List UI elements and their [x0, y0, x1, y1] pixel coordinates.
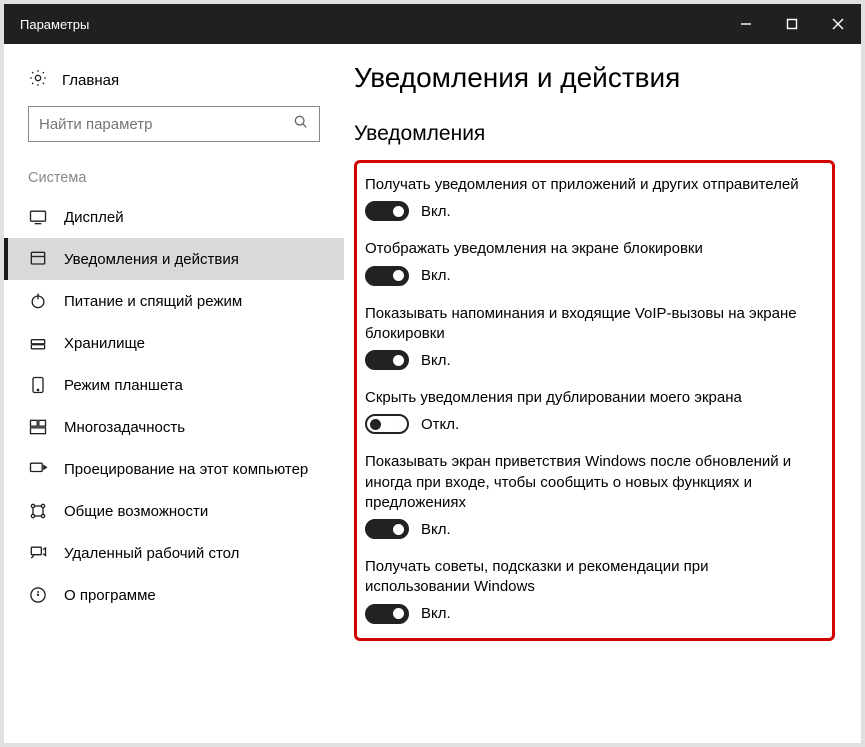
toggle-switch[interactable] [365, 604, 409, 624]
search-input[interactable] [39, 116, 293, 133]
setting-description: Отображать уведомления на экране блокиро… [365, 239, 814, 259]
sidebar-item-label: Уведомления и действия [64, 251, 320, 268]
sidebar-item-9[interactable]: О программе [4, 574, 344, 616]
toggle-state-label: Вкл. [421, 203, 451, 220]
gear-icon [28, 68, 48, 92]
setting-description: Скрыть уведомления при дублировании моег… [365, 388, 814, 408]
sidebar-item-label: Удаленный рабочий стол [64, 545, 320, 562]
toggle-switch[interactable] [365, 350, 409, 370]
content-area: Главная Система Дисплей Уведомления и дей… [4, 44, 861, 743]
close-button[interactable] [815, 4, 861, 44]
sidebar-item-label: Проецирование на этот компьютер [64, 461, 320, 478]
display-icon [28, 207, 48, 227]
setting-description: Получать советы, подсказки и рекомендаци… [365, 557, 814, 598]
search-icon [293, 114, 309, 135]
setting-description: Получать уведомления от приложений и дру… [365, 175, 814, 195]
window-frame: Параметры Главная Система Дисплей Уведомл… [0, 0, 865, 747]
sidebar-item-label: Многозадачность [64, 419, 320, 436]
sidebar-item-5[interactable]: Многозадачность [4, 406, 344, 448]
sidebar-item-2[interactable]: Питание и спящий режим [4, 280, 344, 322]
toggle-state-label: Вкл. [421, 521, 451, 538]
setting-0: Получать уведомления от приложений и дру… [365, 175, 814, 221]
settings-highlight-box: Получать уведомления от приложений и дру… [354, 160, 835, 641]
toggle-switch[interactable] [365, 414, 409, 434]
setting-5: Получать советы, подсказки и рекомендаци… [365, 557, 814, 624]
section-label: Система [4, 164, 344, 196]
storage-icon [28, 333, 48, 353]
setting-1: Отображать уведомления на экране блокиро… [365, 239, 814, 285]
sidebar-item-4[interactable]: Режим планшета [4, 364, 344, 406]
shared-icon [28, 501, 48, 521]
sidebar-item-6[interactable]: Проецирование на этот компьютер [4, 448, 344, 490]
window-title: Параметры [20, 17, 723, 32]
sidebar-item-3[interactable]: Хранилище [4, 322, 344, 364]
section-title: Уведомления [354, 122, 835, 146]
setting-4: Показывать экран приветствия Windows пос… [365, 452, 814, 539]
toggle-switch[interactable] [365, 201, 409, 221]
toggle-state-label: Вкл. [421, 352, 451, 369]
toggle-switch[interactable] [365, 519, 409, 539]
main-panel: Уведомления и действия Уведомления Получ… [344, 44, 861, 743]
projecting-icon [28, 459, 48, 479]
tablet-icon [28, 375, 48, 395]
notifications-icon [28, 249, 48, 269]
minimize-button[interactable] [723, 4, 769, 44]
setting-2: Показывать напоминания и входящие VoIP-в… [365, 304, 814, 371]
remote-desktop-icon [28, 543, 48, 563]
setting-3: Скрыть уведомления при дублировании моег… [365, 388, 814, 434]
sidebar-item-label: Хранилище [64, 335, 320, 352]
setting-description: Показывать напоминания и входящие VoIP-в… [365, 304, 814, 345]
sidebar-item-label: Дисплей [64, 209, 320, 226]
multitasking-icon [28, 417, 48, 437]
page-title: Уведомления и действия [354, 62, 835, 94]
maximize-button[interactable] [769, 4, 815, 44]
toggle-switch[interactable] [365, 266, 409, 286]
sidebar-item-label: Общие возможности [64, 503, 320, 520]
sidebar-item-label: Режим планшета [64, 377, 320, 394]
sidebar-item-7[interactable]: Общие возможности [4, 490, 344, 532]
sidebar: Главная Система Дисплей Уведомления и дей… [4, 44, 344, 743]
sidebar-item-0[interactable]: Дисплей [4, 196, 344, 238]
home-label: Главная [62, 72, 119, 89]
sidebar-item-label: Питание и спящий режим [64, 293, 320, 310]
home-link[interactable]: Главная [4, 62, 344, 106]
sidebar-item-label: О программе [64, 587, 320, 604]
toggle-state-label: Вкл. [421, 267, 451, 284]
power-icon [28, 291, 48, 311]
titlebar: Параметры [4, 4, 861, 44]
toggle-state-label: Вкл. [421, 605, 451, 622]
search-box[interactable] [28, 106, 320, 142]
sidebar-item-1[interactable]: Уведомления и действия [4, 238, 344, 280]
sidebar-item-8[interactable]: Удаленный рабочий стол [4, 532, 344, 574]
setting-description: Показывать экран приветствия Windows пос… [365, 452, 814, 513]
toggle-state-label: Откл. [421, 416, 459, 433]
about-icon [28, 585, 48, 605]
